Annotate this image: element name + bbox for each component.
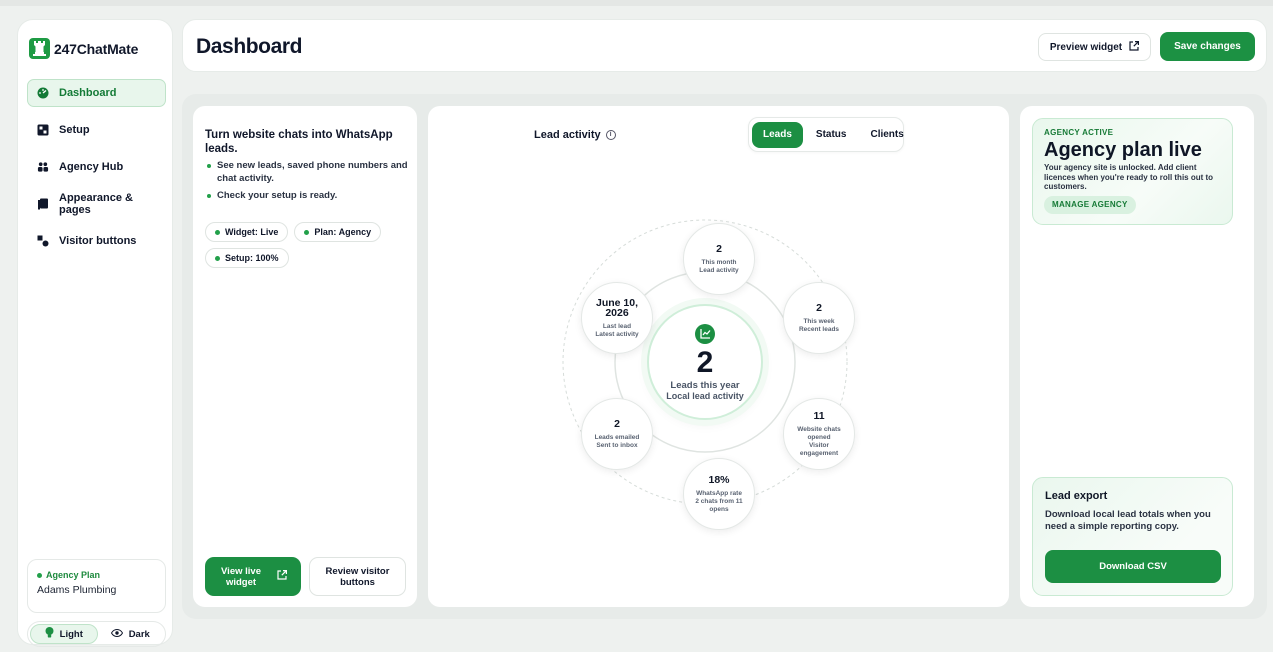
plan-account-name: Adams Plumbing	[37, 584, 117, 596]
theme-light-button[interactable]: Light	[30, 624, 98, 644]
brand-name: 247ChatMate	[54, 40, 139, 57]
status-badge: Setup: 100%	[205, 248, 289, 268]
grid-icon	[37, 124, 49, 136]
lead-activity-card: Lead activity i Leads Status Clients 2 L…	[428, 106, 1009, 607]
sidebar-item-setup[interactable]: Setup	[27, 116, 166, 144]
sidebar-item-label: Appearance & pages	[59, 192, 133, 216]
leads-this-year-summary: 2 Leads this year Local lead activity	[647, 304, 763, 420]
chart-trend-icon	[695, 323, 715, 344]
save-changes-button[interactable]: Save changes	[1160, 32, 1255, 61]
sidebar-item-agency-hub[interactable]: Agency Hub	[27, 153, 166, 181]
intro-card: Turn website chats into WhatsApp leads. …	[193, 106, 417, 607]
center-label: Leads this year	[670, 379, 740, 391]
agency-description: Your agency site is unlocked. Add client…	[1044, 163, 1214, 191]
sidebar-item-dashboard[interactable]: Dashboard	[27, 79, 166, 107]
status-dot-icon	[304, 229, 310, 235]
external-link-icon	[277, 570, 287, 583]
center-value: 2	[696, 345, 714, 379]
status-dot-icon	[37, 572, 42, 578]
stat-node-leads-emailed: 2 Leads emailed Sent to inbox	[581, 398, 653, 470]
agency-title: Agency plan live	[1044, 139, 1202, 161]
sidebar-item-label: Agency Hub	[59, 161, 124, 173]
list-item: Check your setup is ready.	[205, 190, 411, 203]
brand[interactable]: 247ChatMate	[29, 38, 138, 59]
sidebar-item-visitor-buttons[interactable]: Visitor buttons	[27, 227, 166, 255]
sidebar-nav: Dashboard Setup Agency Hub Appearance & …	[27, 79, 166, 264]
status-chips: Widget: Live Plan: Agency Setup: 100%	[205, 222, 411, 268]
agency-kicker: AGENCY ACTIVE	[1044, 128, 1114, 137]
sidebar-item-appearance[interactable]: Appearance & pages	[27, 190, 166, 218]
theme-toggle: Light Dark	[27, 621, 166, 647]
status-badge: Widget: Live	[205, 222, 289, 242]
shapes-icon	[37, 235, 49, 247]
download-csv-button[interactable]: Download CSV	[1045, 550, 1221, 583]
right-column: AGENCY ACTIVE Agency plan live Your agen…	[1020, 106, 1254, 607]
eye-icon	[110, 628, 123, 640]
external-link-icon	[1129, 40, 1140, 54]
lead-export-card: Lead export Download local lead totals w…	[1032, 477, 1233, 596]
lightbulb-icon	[45, 627, 54, 641]
agency-plan-card: AGENCY ACTIVE Agency plan live Your agen…	[1032, 118, 1233, 225]
list-item: See new leads, saved phone numbers and c…	[205, 160, 411, 185]
sidebar-item-label: Visitor buttons	[59, 235, 137, 247]
team-icon	[37, 161, 49, 173]
stat-node-website-chats: 11 Website chats opened Visitor engageme…	[783, 398, 855, 470]
intro-bullets: See new leads, saved phone numbers and c…	[205, 160, 411, 208]
pages-icon	[37, 198, 49, 210]
manage-agency-button[interactable]: MANAGE AGENCY	[1044, 195, 1136, 214]
center-sub: Local lead activity	[666, 390, 744, 401]
review-visitor-buttons-button[interactable]: Review visitor buttons	[309, 557, 406, 596]
status-dot-icon	[215, 255, 220, 261]
sidebar: 247ChatMate Dashboard Setup Agency Hub A…	[17, 19, 173, 647]
stat-node-this-week: 2 This week Recent leads	[783, 282, 855, 354]
theme-dark-button[interactable]: Dark	[98, 624, 164, 644]
stat-node-this-month: 2 This month Lead activity	[683, 223, 755, 295]
view-live-widget-button[interactable]: View live widget	[205, 557, 301, 596]
status-badge: Plan: Agency	[294, 222, 382, 242]
top-strip	[0, 0, 1273, 6]
preview-widget-button[interactable]: Preview widget	[1038, 33, 1151, 61]
plan-label: Agency Plan	[37, 570, 156, 580]
plan-card: Agency Plan Adams Plumbing	[27, 559, 166, 613]
export-description: Download local lead totals when you need…	[1045, 509, 1211, 532]
gauge-icon	[37, 87, 49, 99]
page-header: Dashboard Preview widget Save changes	[182, 19, 1267, 72]
sidebar-item-label: Setup	[59, 124, 90, 136]
sidebar-item-label: Dashboard	[59, 87, 117, 99]
chess-rook-logo-icon	[29, 38, 50, 59]
stat-node-whatsapp-rate: 18% WhatsApp rate 2 chats from 11 opens	[683, 458, 755, 530]
intro-title: Turn website chats into WhatsApp leads.	[205, 129, 393, 155]
page-title: Dashboard	[196, 35, 303, 58]
export-title: Lead export	[1045, 490, 1108, 502]
status-dot-icon	[215, 229, 220, 235]
stat-node-last-lead: June 10, 2026 Last lead Latest activity	[581, 282, 653, 354]
